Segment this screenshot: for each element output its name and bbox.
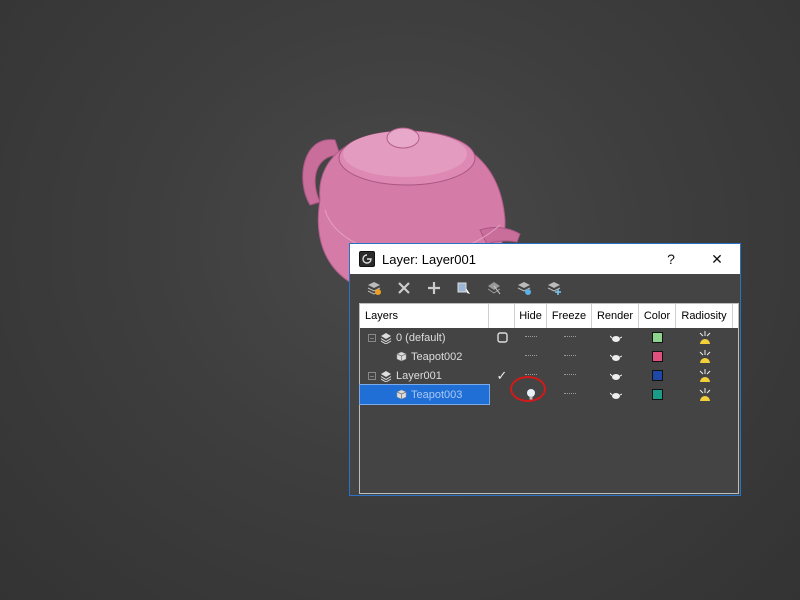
dialog-titlebar[interactable]: Layer: Layer001 ? ✕	[350, 244, 740, 274]
render-toggle[interactable]	[592, 328, 639, 347]
off-dash-icon	[563, 355, 576, 358]
current-layer-toggle[interactable]	[489, 347, 515, 366]
teapot-render-icon	[609, 373, 622, 380]
lightbulb-icon	[527, 388, 535, 401]
hide-toggle[interactable]	[515, 328, 547, 347]
color-swatch-cell[interactable]	[639, 328, 676, 347]
collapse-toggle[interactable]: −	[368, 371, 376, 380]
app-logo-icon	[359, 251, 375, 267]
current-layer-toggle[interactable]: ✓	[489, 366, 515, 385]
column-current[interactable]	[489, 304, 515, 328]
render-toggle[interactable]	[592, 366, 639, 385]
off-dash-icon	[525, 355, 537, 358]
layer-name-cell[interactable]: Teapot003	[359, 384, 490, 405]
collapse-toggle[interactable]: −	[368, 333, 376, 342]
layer-label: Layer001	[396, 369, 442, 382]
column-color[interactable]: Color	[639, 304, 676, 328]
radiosity-sun-icon	[699, 349, 710, 363]
radiosity-toggle[interactable]	[676, 366, 733, 385]
freeze-toggle[interactable]	[547, 328, 592, 347]
radiosity-toggle[interactable]	[676, 328, 733, 347]
radiosity-sun-icon	[699, 387, 710, 401]
hide-all-icon[interactable]	[514, 278, 534, 298]
empty-box-icon	[496, 332, 508, 343]
off-dash-icon	[563, 374, 576, 377]
layer-name-cell[interactable]: − Layer001	[360, 366, 489, 385]
freeze-toggle[interactable]	[547, 385, 592, 404]
create-layer-icon[interactable]	[364, 278, 384, 298]
layer-table: Layers Hide Freeze Render Color Radiosit…	[359, 303, 739, 494]
teapot-render-icon	[609, 392, 622, 399]
layer-stack-icon	[380, 332, 392, 344]
color-swatch-cell[interactable]	[639, 366, 676, 385]
freeze-toggle[interactable]	[547, 347, 592, 366]
render-toggle[interactable]	[592, 347, 639, 366]
column-freeze[interactable]: Freeze	[547, 304, 592, 328]
help-button[interactable]: ?	[648, 244, 694, 274]
checkmark-icon: ✓	[496, 367, 508, 383]
teapot-render-icon	[609, 335, 622, 342]
current-layer-toggle[interactable]	[489, 385, 515, 404]
layer-name-cell[interactable]: Teapot002	[360, 347, 489, 366]
layer-dialog: Layer: Layer001 ? ✕ Layers Hide Freeze R…	[349, 243, 741, 496]
radiosity-sun-icon	[699, 368, 710, 382]
column-hide[interactable]: Hide	[515, 304, 547, 328]
object-label: Teapot002	[411, 350, 463, 363]
color-swatch-cell[interactable]	[639, 347, 676, 366]
layer-label: 0 (default)	[396, 331, 446, 344]
close-button[interactable]: ✕	[694, 244, 740, 274]
dialog-title: Layer: Layer001	[382, 251, 476, 267]
radiosity-sun-icon	[699, 330, 710, 344]
teapot-render-icon	[609, 354, 622, 361]
column-render[interactable]: Render	[592, 304, 639, 328]
color-swatch[interactable]	[652, 351, 663, 362]
table-header: Layers Hide Freeze Render Color Radiosit…	[360, 304, 738, 328]
off-dash-icon	[525, 374, 537, 377]
object-box-icon	[396, 351, 407, 362]
add-selected-icon[interactable]	[424, 278, 444, 298]
color-swatch[interactable]	[652, 332, 663, 343]
color-swatch-cell[interactable]	[639, 385, 676, 404]
column-layers[interactable]: Layers	[360, 304, 489, 328]
render-toggle[interactable]	[592, 385, 639, 404]
table-row[interactable]: Teapot003	[359, 384, 738, 405]
color-swatch[interactable]	[652, 370, 663, 381]
off-dash-icon	[563, 393, 576, 396]
color-swatch[interactable]	[652, 389, 663, 400]
current-layer-toggle[interactable]	[489, 328, 515, 347]
object-label: Teapot003	[411, 388, 463, 401]
layer-name-cell[interactable]: − 0 (default)	[360, 328, 489, 347]
radiosity-toggle[interactable]	[676, 347, 733, 366]
off-dash-icon	[525, 336, 537, 339]
table-row[interactable]: Teapot002	[360, 347, 738, 366]
select-objects-icon[interactable]	[454, 278, 474, 298]
hide-toggle[interactable]	[515, 366, 547, 385]
table-row[interactable]: − 0 (default)	[360, 328, 738, 347]
hide-toggle[interactable]	[515, 347, 547, 366]
hide-toggle[interactable]	[515, 385, 547, 404]
freeze-all-icon[interactable]	[544, 278, 564, 298]
freeze-toggle[interactable]	[547, 366, 592, 385]
radiosity-toggle[interactable]	[676, 385, 733, 404]
column-radiosity[interactable]: Radiosity	[676, 304, 733, 328]
off-dash-icon	[563, 336, 576, 339]
object-box-icon	[396, 389, 407, 400]
layer-toolbar	[350, 274, 740, 302]
layer-stack-icon	[380, 370, 392, 382]
highlight-selected-icon[interactable]	[484, 278, 504, 298]
table-row[interactable]: − Layer001 ✓	[360, 366, 738, 385]
delete-icon[interactable]	[394, 278, 414, 298]
